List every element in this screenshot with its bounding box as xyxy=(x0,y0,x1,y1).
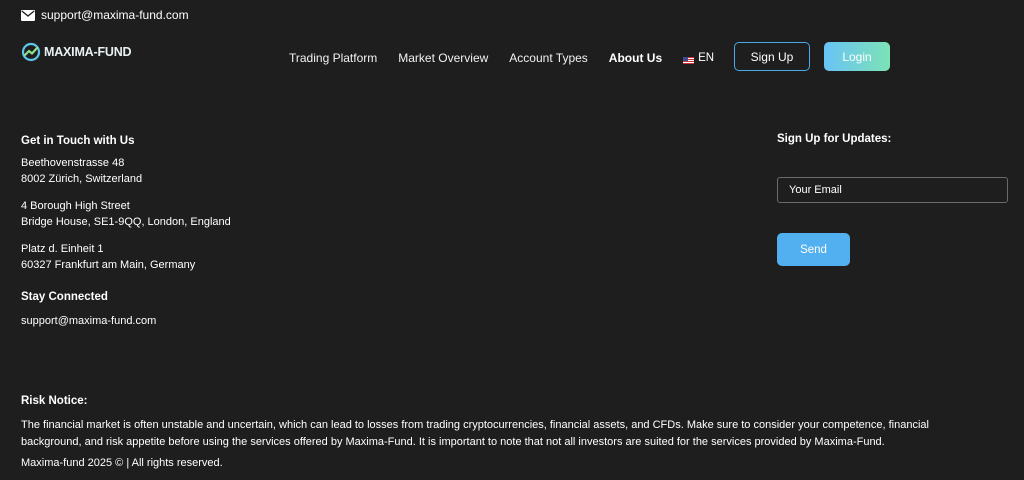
address-line: Platz d. Einheit 1 xyxy=(21,243,104,255)
newsletter-heading: Sign Up for Updates: xyxy=(777,133,892,145)
main-nav: Trading Platform Market Overview Account… xyxy=(289,51,714,65)
language-selector[interactable]: EN xyxy=(683,52,714,64)
newsletter-section: Sign Up for Updates: Send xyxy=(777,133,1008,266)
site-logo[interactable]: MAXIMA-FUND xyxy=(21,42,132,62)
risk-text: The financial market is often unstable a… xyxy=(21,419,929,448)
nav-trading-platform[interactable]: Trading Platform xyxy=(289,51,377,65)
risk-notice: Risk Notice: The financial market is oft… xyxy=(21,393,981,472)
address-line: 4 Borough High Street xyxy=(21,200,130,212)
address-line: Bridge House, SE1-9QQ, London, England xyxy=(21,216,231,228)
address-frankfurt: Platz d. Einheit 1 60327 Frankfurt am Ma… xyxy=(21,241,231,273)
nav-market-overview[interactable]: Market Overview xyxy=(398,51,488,65)
stay-connected-heading: Stay Connected xyxy=(21,291,108,303)
top-email-link[interactable]: support@maxima-fund.com xyxy=(41,8,189,22)
nav-about-us[interactable]: About Us xyxy=(609,51,662,65)
address-line: 8002 Zürich, Switzerland xyxy=(21,173,143,185)
contact-heading: Get in Touch with Us xyxy=(21,135,135,147)
address-line: Beethovenstrasse 48 xyxy=(21,157,125,169)
logo-text: MAXIMA-FUND xyxy=(44,45,132,59)
language-label: EN xyxy=(698,52,715,64)
address-london: 4 Borough High Street Bridge House, SE1-… xyxy=(21,198,231,230)
address-zurich: Beethovenstrasse 48 8002 Zürich, Switzer… xyxy=(21,155,231,187)
login-button[interactable]: Login xyxy=(824,42,890,71)
mail-icon xyxy=(21,9,35,21)
sign-up-button[interactable]: Sign Up xyxy=(734,42,810,71)
nav-account-types[interactable]: Account Types xyxy=(509,51,588,65)
send-button[interactable]: Send xyxy=(777,233,850,266)
us-flag-icon xyxy=(683,55,695,64)
risk-heading: Risk Notice: xyxy=(21,395,88,407)
contact-section: Get in Touch with Us Beethovenstrasse 48… xyxy=(21,133,231,329)
copyright: Maxima-fund 2025 © | All rights reserved… xyxy=(21,457,223,469)
stay-connected: Stay Connected support@maxima-fund.com xyxy=(21,289,231,329)
stay-connected-email[interactable]: support@maxima-fund.com xyxy=(21,313,231,329)
newsletter-email-input[interactable] xyxy=(777,177,1008,203)
maxima-logo-icon xyxy=(21,42,41,62)
address-line: 60327 Frankfurt am Main, Germany xyxy=(21,259,196,271)
top-contact-bar: support@maxima-fund.com xyxy=(21,8,189,22)
